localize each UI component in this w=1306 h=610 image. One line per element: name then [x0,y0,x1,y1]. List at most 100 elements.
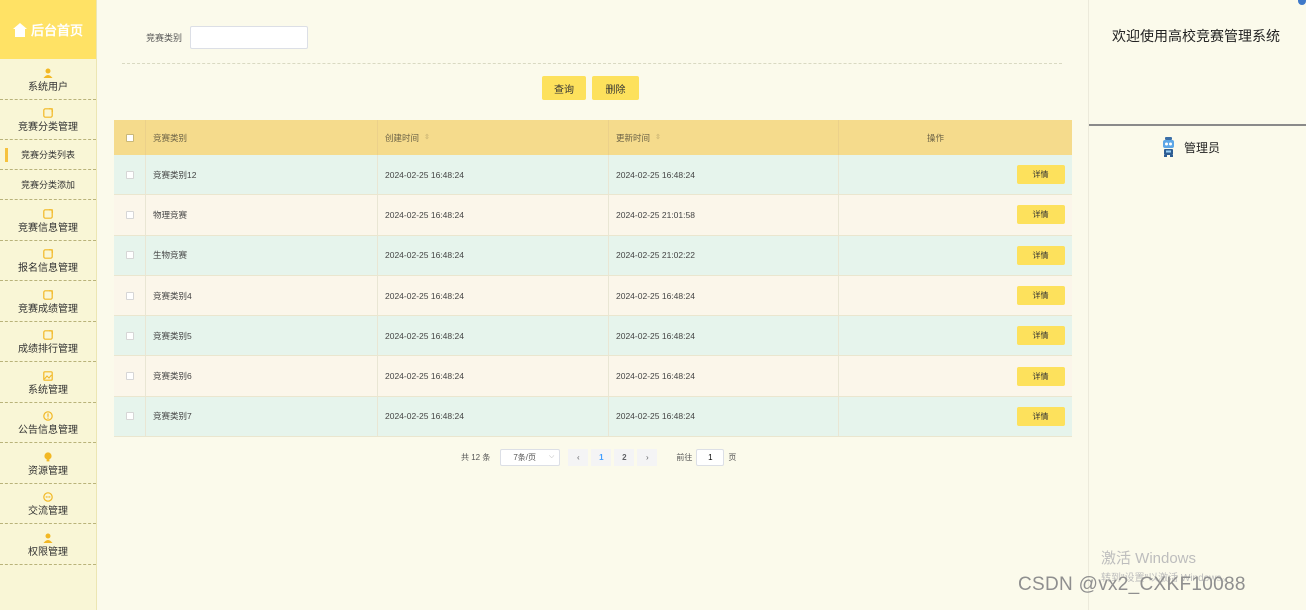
folder-icon [43,327,53,341]
delete-button[interactable]: 删除 [592,76,639,100]
header-created[interactable]: 创建时间 ⇳ [378,120,609,155]
row-checkbox[interactable] [125,331,134,340]
table-row: 竞赛类别5 2024-02-25 16:48:24 2024-02-25 16:48… [114,316,1072,357]
cell-updated: 2024-02-25 21:01:58 [609,195,839,235]
cell-category: 生物竞赛 [146,235,378,275]
sidebar-item[interactable]: 资源管理 [0,443,96,484]
sidebar-item-label: 竞赛分类管理 [18,122,78,134]
detail-button[interactable]: 详情 [1016,165,1065,185]
sidebar-item-label: 竞赛成绩管理 [18,303,78,315]
select-all-checkbox[interactable] [125,133,134,142]
table-row: 竞赛类别12 2024-02-25 16:48:24 2024-02-25 16:4… [114,155,1072,196]
sidebar-item-label: 公告信息管理 [18,425,78,437]
row-checkbox[interactable] [125,291,134,300]
welcome-text: 欢迎使用高校竞赛管理系统 [1112,28,1280,44]
cell-updated: 2024-02-25 16:48:24 [609,396,839,437]
info-icon [43,408,53,422]
cell-actions: 详情 [839,155,1072,194]
main-content: 竞赛类别 查询 删除 竞赛类别 创建时间 ⇳ 更新时间 ⇳ 操作 竞赛类别12 202… [97,0,1088,610]
cell-updated: 2024-02-25 16:48:24 [609,316,839,356]
cell-created: 2024-02-25 16:48:24 [378,275,609,316]
table-row: 生物竞赛 2024-02-25 16:48:24 2024-02-25 21:02:… [114,235,1072,276]
sidebar-item[interactable]: 竞赛分类管理 [0,100,96,140]
detail-button[interactable]: 详情 [1016,245,1065,265]
detail-button[interactable]: 详情 [1016,286,1065,306]
page-size-select[interactable]: 7条/页 ⌵ [500,448,561,466]
detail-button[interactable]: 详情 [1016,205,1065,225]
cell-actions: 详情 [839,276,1072,315]
cell-created: 2024-02-25 16:48:24 [378,316,609,356]
sidebar-item[interactable]: 公告信息管理 [0,403,96,443]
table-row: 竞赛类别4 2024-02-25 16:48:24 2024-02-25 16:48… [114,275,1072,317]
cell-updated: 2024-02-25 16:48:24 [609,275,839,316]
sidebar-subitem[interactable]: 竞赛分类添加 [0,170,96,200]
category-table: 竞赛类别 创建时间 ⇳ 更新时间 ⇳ 操作 竞赛类别12 2024-02-25 16:… [114,120,1072,438]
detail-button[interactable]: 详情 [1016,406,1065,426]
csdn-watermark: CSDN @vx2_CXKF10088 [1018,574,1246,595]
sidebar-item[interactable]: 报名信息管理 [0,241,96,281]
sort-icon[interactable]: ⇳ [655,134,661,141]
cell-actions: 详情 [839,356,1072,395]
sidebar-item[interactable]: 权限管理 [0,524,96,565]
folder-icon [43,246,53,260]
cell-updated: 2024-02-25 16:48:24 [609,155,839,195]
row-checkbox[interactable] [125,412,134,421]
detail-button[interactable]: 详情 [1016,366,1065,386]
sidebar-item-label: 交流管理 [28,506,68,518]
row-checkbox[interactable] [125,251,134,260]
detail-button[interactable]: 详情 [1016,326,1065,346]
sidebar-item-label: 竞赛信息管理 [18,222,78,234]
cell-created: 2024-02-25 16:48:24 [378,235,609,275]
sidebar-item-label: 成绩排行管理 [18,344,78,356]
next-page-button[interactable]: › [637,448,658,466]
sidebar-item[interactable]: 系统管理 [0,362,96,403]
sort-icon[interactable]: ⇳ [424,134,430,141]
sidebar-item-label: 系统管理 [28,384,68,396]
chevron-down-icon: ⌵ [549,453,555,460]
cell-category: 竞赛类别7 [146,396,378,437]
cell-category: 竞赛类别6 [146,356,378,396]
header-category: 竞赛类别 [146,120,378,155]
sidebar-item[interactable]: 竞赛信息管理 [0,200,96,241]
table-header: 竞赛类别 创建时间 ⇳ 更新时间 ⇳ 操作 [114,120,1072,155]
folder-icon [43,287,53,300]
sidebar-item[interactable]: 竞赛成绩管理 [0,281,96,322]
sidebar-item-label: 系统用户 [28,81,68,93]
sidebar-item[interactable]: 系统用户 [0,59,96,100]
cell-updated: 2024-02-25 21:02:22 [609,235,839,275]
row-checkbox[interactable] [125,170,134,179]
prev-page-button[interactable]: ‹ [568,448,589,466]
sidebar-item[interactable]: 成绩排行管理 [0,322,96,362]
divider [122,63,1062,64]
total-count: 共 12 条 [461,452,491,462]
cell-created: 2024-02-25 16:48:24 [378,155,609,195]
chat-icon [43,489,53,503]
table-row: 竞赛类别7 2024-02-25 16:48:24 2024-02-25 16:48… [114,396,1072,438]
header-actions: 操作 [926,132,944,143]
cell-updated: 2024-02-25 16:48:24 [609,356,839,396]
header-updated[interactable]: 更新时间 ⇳ [609,120,839,155]
row-checkbox[interactable] [125,372,134,381]
page-1-button[interactable]: 1 [591,448,612,466]
cell-actions: 详情 [839,397,1072,436]
cell-created: 2024-02-25 16:48:24 [378,195,609,235]
home-link[interactable]: 后台首页 [0,0,96,59]
page-2-button[interactable]: 2 [614,448,635,466]
user-info[interactable]: 管理员 [1161,136,1220,158]
query-button[interactable]: 查询 [542,76,586,100]
cell-category: 竞赛类别4 [146,275,378,316]
cell-actions: 详情 [839,195,1072,234]
image-icon [43,368,53,381]
row-checkbox[interactable] [125,210,134,219]
folder-icon [43,105,53,119]
sidebar-item[interactable]: 交流管理 [0,484,96,524]
sidebar-item-label: 报名信息管理 [18,263,78,275]
sidebar-subitem[interactable]: 竞赛分类列表 [0,140,96,170]
user-icon [43,530,53,543]
category-search-input[interactable] [190,26,308,49]
cell-actions: 详情 [839,316,1072,355]
cell-created: 2024-02-25 16:48:24 [378,396,609,437]
table-row: 物理竞赛 2024-02-25 16:48:24 2024-02-25 21:01:… [114,195,1072,236]
goto-page-input[interactable] [696,448,725,466]
divider [1089,124,1306,126]
